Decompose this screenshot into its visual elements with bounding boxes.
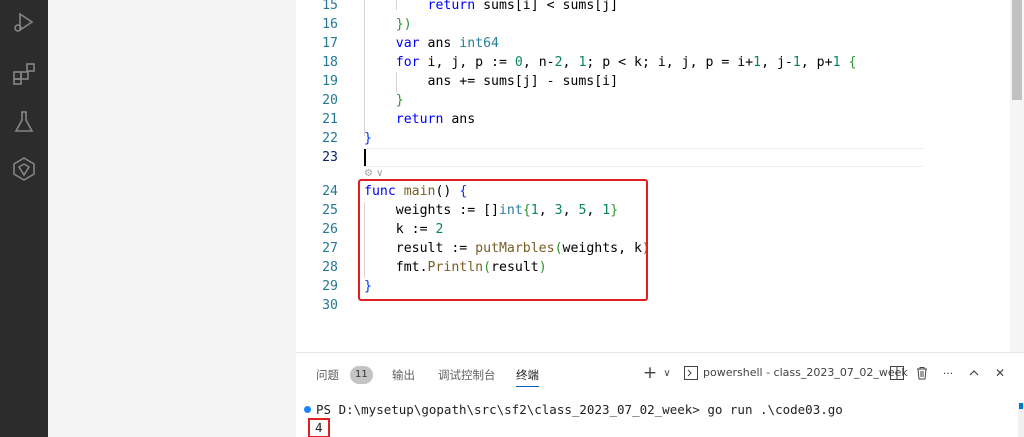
code-line[interactable]: 24 func main() { <box>296 182 996 201</box>
editor-scrollbar[interactable] <box>1010 0 1024 352</box>
line-code: return ans <box>395 112 476 127</box>
line-number: 19 <box>322 74 338 89</box>
terminal-scrollbar[interactable] <box>1018 403 1024 437</box>
line-number: 25 <box>322 203 338 218</box>
line-code: fmt.Println(result) <box>364 260 547 275</box>
command-status-dot-icon <box>304 406 311 413</box>
line-code: weights := []int{1, 3, 5, 1} <box>364 203 619 218</box>
code-line[interactable]: 21 return ans <box>296 110 996 129</box>
line-number: 28 <box>322 260 338 275</box>
line-code: } <box>364 279 372 294</box>
line-code: result := putMarbles(weights, k) <box>364 241 650 256</box>
code-line[interactable]: 27 result := putMarbles(weights, k) <box>296 239 996 258</box>
tab-problems[interactable]: 问题 <box>316 367 339 387</box>
line-number: 24 <box>322 184 338 199</box>
line-code: for i, j, p := 0, n-2, 1; p < k; i, j, p… <box>395 55 857 70</box>
new-terminal-icon[interactable]: + <box>641 363 659 383</box>
code-line[interactable]: 20 } <box>296 91 996 110</box>
terminal-output: 4 <box>308 418 330 437</box>
run-debug-icon[interactable] <box>10 8 38 36</box>
line-number: 26 <box>322 222 338 237</box>
line-number: 21 <box>322 112 338 127</box>
scrollbar-thumb[interactable] <box>1012 0 1022 100</box>
line-code: ans += sums[j] - sums[i] <box>364 74 619 89</box>
line-number: 16 <box>322 17 338 32</box>
bottom-panel: 问题 11 输出 调试控制台 终端 + ∨ powershell - class… <box>296 352 1024 437</box>
terminal-command-line[interactable]: PS D:\mysetup\gopath\src\sf2\class_2023_… <box>316 401 843 418</box>
code-line[interactable]: 15 return sums[i] < sums[j] <box>296 0 996 15</box>
code-line[interactable]: 28 fmt.Println(result) <box>296 258 996 277</box>
maximize-panel-icon[interactable] <box>965 364 983 382</box>
code-line[interactable]: 30 <box>296 296 996 315</box>
split-terminal-icon[interactable] <box>888 364 906 382</box>
tab-terminal[interactable]: 终端 <box>516 367 539 387</box>
codelens-run-icon[interactable]: ⚙ ∨ <box>364 168 383 182</box>
line-code: } <box>395 93 404 108</box>
code-line[interactable]: 25 weights := []int{1, 3, 5, 1} <box>296 201 996 220</box>
line-number: 27 <box>322 241 338 256</box>
activity-bar <box>0 0 48 437</box>
close-panel-icon[interactable]: ✕ <box>991 364 1009 382</box>
extensions-icon[interactable] <box>10 60 38 88</box>
line-code: } <box>364 131 372 146</box>
line-code: k := 2 <box>364 222 444 237</box>
tab-debug-console[interactable]: 调试控制台 <box>438 367 496 387</box>
code-line[interactable]: 23 <box>296 148 996 167</box>
code-line[interactable]: 29} <box>296 277 996 296</box>
line-number: 20 <box>322 93 338 108</box>
testing-flask-icon[interactable] <box>10 108 38 136</box>
chevron-down-icon[interactable]: ∨ <box>658 364 676 382</box>
line-number: 30 <box>322 298 338 313</box>
line-number: 17 <box>322 36 338 51</box>
line-code: }) <box>395 17 412 32</box>
sidebar <box>48 0 296 437</box>
line-number: 22 <box>322 131 338 146</box>
code-line[interactable]: 17 var ans int64 <box>296 34 996 53</box>
code-line[interactable]: 26 k := 2 <box>296 220 996 239</box>
line-number: 18 <box>322 55 338 70</box>
code-line[interactable]: 19 ans += sums[j] - sums[i] <box>296 72 996 91</box>
problems-count-badge: 11 <box>350 366 373 384</box>
line-code: func main() { <box>364 184 468 199</box>
line-number: 15 <box>322 0 338 13</box>
more-actions-icon[interactable]: ··· <box>939 364 957 382</box>
code-editor[interactable]: ⚙ ∨ 15 return sums[i] < sums[j] 16 }) 17 v… <box>296 0 1024 352</box>
code-line[interactable]: 22} <box>296 129 996 148</box>
line-number: 29 <box>322 279 338 294</box>
line-number: 23 <box>322 150 338 165</box>
remote-explorer-icon[interactable] <box>10 155 38 183</box>
line-code: var ans int64 <box>395 36 499 51</box>
tab-output[interactable]: 输出 <box>392 367 415 387</box>
line-code: return sums[i] < sums[j] <box>427 0 619 13</box>
trash-icon[interactable] <box>913 364 931 382</box>
code-line[interactable]: 18 for i, j, p := 0, n-2, 1; p < k; i, j… <box>296 53 996 72</box>
code-line[interactable]: 16 }) <box>296 15 996 34</box>
terminal-instance-name[interactable]: powershell - class_2023_07_02_week <box>703 366 908 379</box>
terminal-icon <box>682 364 700 382</box>
